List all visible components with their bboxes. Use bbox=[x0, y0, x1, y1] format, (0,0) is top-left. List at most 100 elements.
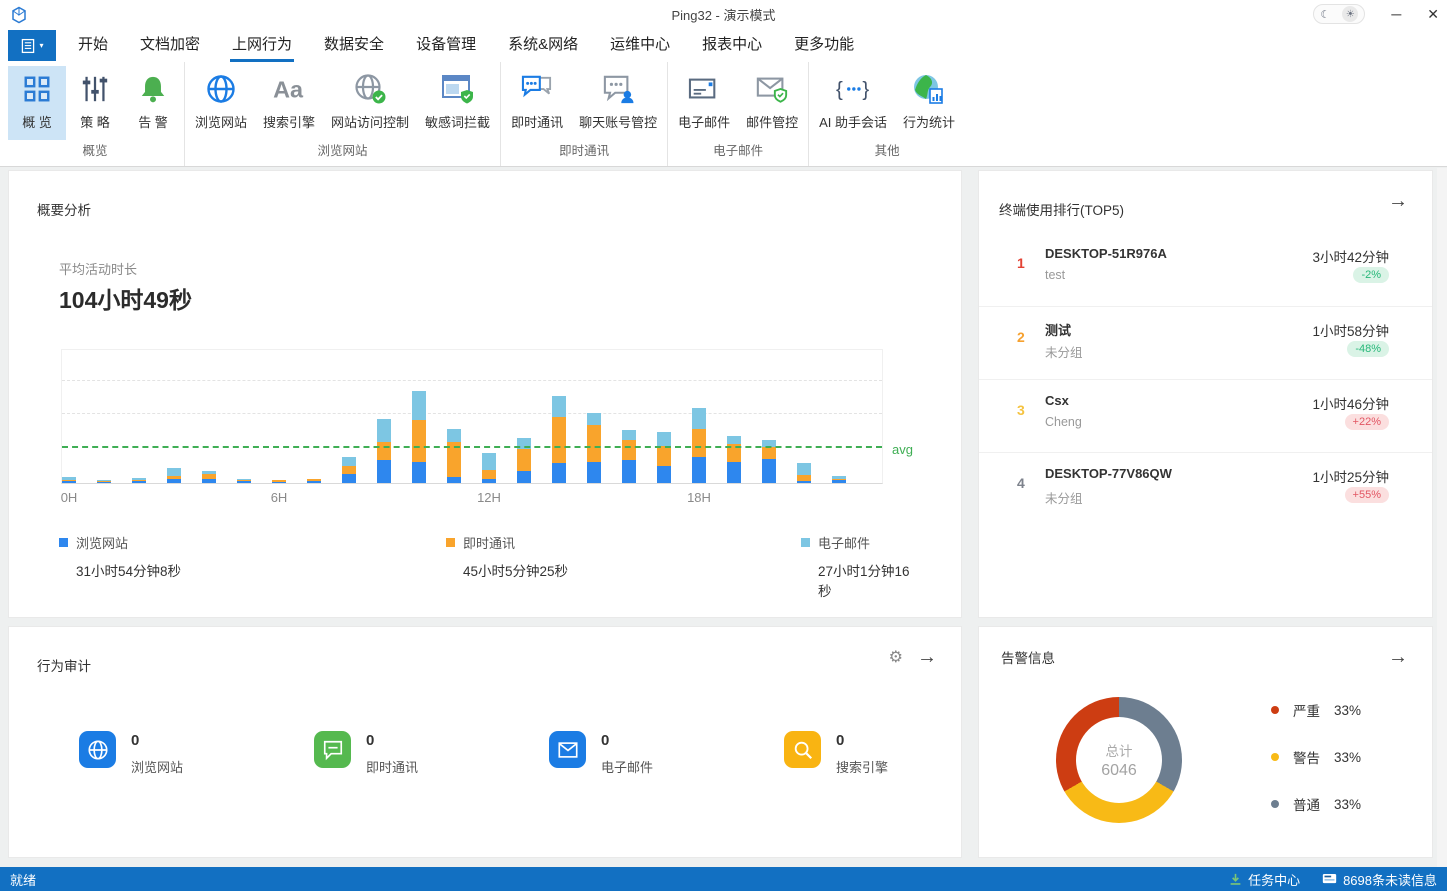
status-ready-text: 就绪 bbox=[0, 870, 36, 889]
ribbon-item-1-0[interactable]: 浏览网站 bbox=[187, 66, 255, 140]
ribbon-item-0-1[interactable]: 策 略 bbox=[66, 66, 124, 140]
alerts-card-title: 告警信息 bbox=[1001, 647, 1055, 667]
titlebar: Ping32 - 演示模式 ☾ ☀ ─ ✕ bbox=[0, 0, 1447, 30]
menu-tab-2[interactable]: 上网行为 bbox=[216, 30, 308, 62]
menu-tab-8[interactable]: 更多功能 bbox=[778, 30, 870, 62]
chart-bar bbox=[517, 438, 531, 483]
rank-number: 3 bbox=[1017, 402, 1025, 418]
menu-tab-6[interactable]: 运维中心 bbox=[594, 30, 686, 62]
statusbar: 就绪 任务中心 8698条未读信息 bbox=[0, 867, 1447, 891]
menu-tab-5[interactable]: 系统&网络 bbox=[492, 30, 594, 62]
audit-stat-0[interactable]: 0 浏览网站 bbox=[79, 731, 314, 776]
ribbon-item-3-0[interactable]: 电子邮件 bbox=[670, 66, 738, 140]
alerts-more-arrow-icon[interactable]: → bbox=[1388, 647, 1408, 667]
ribbon-item-label: 网站访问控制 bbox=[331, 112, 409, 131]
top5-list-item[interactable]: 3CsxCheng1小时46分钟+22% bbox=[979, 379, 1432, 452]
chart-bar-segment bbox=[342, 457, 356, 466]
ai-braces-icon: {} bbox=[836, 72, 870, 106]
chart-bar bbox=[342, 457, 356, 483]
chart-bar bbox=[202, 471, 216, 483]
top5-more-arrow-icon[interactable]: → bbox=[1388, 191, 1408, 211]
menu-tab-3[interactable]: 数据安全 bbox=[308, 30, 400, 62]
theme-toggle[interactable]: ☾ ☀ bbox=[1313, 4, 1365, 24]
chart-bar-segment bbox=[132, 481, 146, 483]
chart-bar bbox=[832, 476, 846, 483]
vertical-scrollbar[interactable] bbox=[1437, 168, 1447, 867]
close-button[interactable]: ✕ bbox=[1427, 0, 1439, 28]
legend-swatch bbox=[801, 538, 810, 547]
ribbon-item-label: 聊天账号管控 bbox=[579, 112, 657, 131]
chart-bar-segment bbox=[482, 470, 496, 479]
task-center-button[interactable]: 任务中心 bbox=[1229, 870, 1300, 889]
audit-stat-value: 0 bbox=[601, 731, 653, 749]
ribbon-item-label: 电子邮件 bbox=[678, 112, 730, 131]
audit-more-arrow-icon[interactable]: → bbox=[917, 647, 937, 667]
mail-control-icon bbox=[755, 72, 789, 106]
terminal-group: 未分组 bbox=[1045, 488, 1083, 507]
top5-list-item[interactable]: 2测试未分组1小时58分钟-48% bbox=[979, 306, 1432, 379]
ribbon-item-2-0[interactable]: 即时通讯 bbox=[503, 66, 571, 140]
ribbon-item-label: 搜索引擎 bbox=[263, 112, 315, 131]
audit-stat-label: 浏览网站 bbox=[131, 757, 183, 776]
menu-tab-1[interactable]: 文档加密 bbox=[124, 30, 216, 62]
chart-bar bbox=[552, 396, 566, 483]
ribbon-group-1: 浏览网站Aa搜索引擎网站访问控制敏感词拦截浏览网站 bbox=[185, 62, 501, 166]
app-menu-button[interactable]: ▾ bbox=[8, 30, 56, 61]
alert-level-name: 严重 bbox=[1293, 700, 1320, 720]
browse-globe-icon bbox=[204, 72, 238, 106]
alerts-total-label: 总计 bbox=[1106, 740, 1133, 760]
audit-stat-1[interactable]: 0即时通讯 bbox=[314, 731, 549, 776]
ribbon-item-0-2[interactable]: 告 警 bbox=[124, 66, 182, 140]
chart-bar-segment bbox=[517, 471, 531, 483]
audit-stat-2[interactable]: 0电子邮件 bbox=[549, 731, 784, 776]
chart-bar-segment bbox=[622, 460, 636, 483]
rank-number: 1 bbox=[1017, 255, 1025, 271]
menu-tab-4[interactable]: 设备管理 bbox=[400, 30, 492, 62]
ribbon-item-2-1[interactable]: 聊天账号管控 bbox=[571, 66, 665, 140]
top5-card: 终端使用排行(TOP5) → 1DESKTOP-51R976Atest3小时42… bbox=[978, 170, 1433, 618]
content-area: 概要分析 平均活动时长 104小时49秒 avg0H6H12H18H 浏览网站3… bbox=[0, 168, 1447, 867]
ribbon-item-3-1[interactable]: 邮件管控 bbox=[738, 66, 806, 140]
chart-bar bbox=[377, 419, 391, 483]
alert-level-pct: 33% bbox=[1334, 703, 1361, 718]
menu-tab-7[interactable]: 报表中心 bbox=[686, 30, 778, 62]
ribbon-item-1-1[interactable]: Aa搜索引擎 bbox=[255, 66, 323, 140]
avg-duration-label: 平均活动时长 bbox=[59, 259, 137, 278]
ribbon-group-label: 电子邮件 bbox=[670, 140, 806, 166]
chart-bar bbox=[167, 468, 181, 483]
usage-time: 1小时58分钟 bbox=[1312, 320, 1389, 340]
ribbon-group-3: 电子邮件邮件管控电子邮件 bbox=[668, 62, 809, 166]
download-icon bbox=[1229, 873, 1242, 886]
ribbon-item-1-2[interactable]: 网站访问控制 bbox=[323, 66, 417, 140]
chart-x-tick: 18H bbox=[687, 490, 711, 505]
audit-stat-value: 0 bbox=[366, 731, 418, 749]
chart-bar-segment bbox=[272, 482, 286, 483]
top5-list-item[interactable]: 4DESKTOP-77V86QW未分组1小时25分钟+55% bbox=[979, 452, 1432, 525]
audit-stat-value: 0 bbox=[131, 731, 183, 749]
ribbon-item-label: 概 览 bbox=[22, 112, 52, 131]
mail-icon bbox=[549, 731, 586, 768]
legend-value: 27小时1分钟16秒 bbox=[818, 560, 919, 600]
top5-card-title: 终端使用排行(TOP5) bbox=[999, 199, 1124, 219]
top5-list-item[interactable]: 1DESKTOP-51R976Atest3小时42分钟-2% bbox=[979, 233, 1432, 306]
ribbon-item-1-3[interactable]: 敏感词拦截 bbox=[417, 66, 498, 140]
alerts-legend-item: 严重 33% bbox=[1271, 701, 1361, 719]
email-envelope-icon bbox=[687, 72, 721, 106]
search-icon bbox=[784, 731, 821, 768]
unread-messages-button[interactable]: 8698条未读信息 bbox=[1322, 870, 1437, 889]
ribbon-item-4-0[interactable]: {}AI 助手会话 bbox=[811, 66, 895, 140]
alert-level-name: 普通 bbox=[1293, 794, 1320, 814]
minimize-button[interactable]: ─ bbox=[1391, 0, 1401, 28]
chart-legend-item: 浏览网站31小时54分钟8秒 bbox=[59, 533, 181, 580]
ribbon-item-4-1[interactable]: 行为统计 bbox=[895, 66, 963, 140]
ping32-window: Ping32 - 演示模式 ☾ ☀ ─ ✕ ▾ 开始文档加密上网行为数据安全设备… bbox=[0, 0, 1447, 891]
ribbon-item-0-0[interactable]: 概 览 bbox=[8, 66, 66, 140]
audit-settings-gear-icon[interactable]: ⚙ bbox=[889, 648, 903, 668]
chart-bar-segment bbox=[832, 480, 846, 483]
menu-tab-0[interactable]: 开始 bbox=[62, 30, 124, 62]
policy-sliders-icon bbox=[78, 72, 112, 106]
terminal-group: Cheng bbox=[1045, 415, 1082, 429]
legend-name: 即时通讯 bbox=[463, 533, 515, 552]
sun-icon: ☀ bbox=[1342, 6, 1358, 22]
overview-grid-icon bbox=[20, 72, 54, 106]
